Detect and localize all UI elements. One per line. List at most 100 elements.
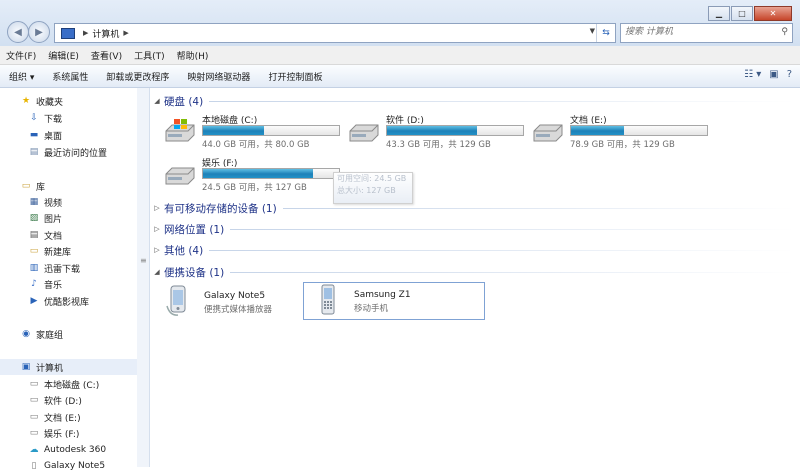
drive-f[interactable]: 娱乐 (F:) 24.5 GB 可用，共 127 GB	[164, 156, 344, 200]
tooltip-total-size: 总大小: 127 GB	[337, 186, 396, 195]
group-other[interactable]: ▷ 其他 (4)	[150, 243, 795, 257]
organize-button[interactable]: 组织 ▾	[0, 70, 43, 83]
preview-pane-icon[interactable]: ▣	[769, 69, 778, 80]
caption-buttons: ▁ □ ✕	[707, 6, 792, 21]
hard-drive-icon: ▭	[29, 395, 39, 405]
drive-usage-fill	[203, 169, 314, 178]
nav-item-pictures[interactable]: ▨ 图片	[28, 210, 62, 226]
menu-file[interactable]: 文件(F)	[0, 49, 42, 62]
group-divider	[282, 208, 795, 209]
explorer-window: ▁ □ ✕ ◀ ▶ ▶ 计算机 ▶ ▼ ⇆ ⚲ 文件(F) 编辑(E) 查看(V…	[0, 0, 800, 471]
youku-icon: ▶	[30, 296, 38, 306]
device-name: Samsung Z1	[354, 290, 411, 300]
drive-e[interactable]: 文档 (E:) 78.9 GB 可用，共 129 GB	[532, 113, 712, 157]
breadcrumb-computer[interactable]: 计算机	[92, 27, 119, 40]
nav-item-label: 文档 (E:)	[44, 413, 81, 424]
nav-computer-label: 计算机	[36, 363, 64, 374]
nav-item-recent-places[interactable]: ▤ 最近访问的位置	[28, 144, 107, 160]
drive-c[interactable]: 本地磁盘 (C:) 44.0 GB 可用，共 80.0 GB	[164, 113, 344, 157]
menu-tools[interactable]: 工具(T)	[128, 49, 171, 62]
group-title: 有可移动存储的设备 (1)	[164, 202, 277, 215]
maximize-button[interactable]: □	[731, 6, 753, 21]
drive-usage-fill	[203, 126, 265, 135]
view-options-icon[interactable]: ☷ ▾	[744, 69, 761, 80]
nav-favorites[interactable]: ★ 收藏夹	[20, 93, 63, 109]
back-arrow-icon: ◀	[14, 26, 22, 38]
nav-item-drive-c[interactable]: ▭ 本地磁盘 (C:)	[28, 376, 99, 392]
uninstall-program-button[interactable]: 卸载或更改程序	[97, 70, 178, 83]
close-button[interactable]: ✕	[754, 6, 792, 21]
map-network-drive-button[interactable]: 映射网络驱动器	[178, 70, 259, 83]
refresh-button[interactable]: ⇆	[596, 24, 615, 42]
device-samsung-z1[interactable]: Samsung Z1 移动手机	[303, 282, 485, 320]
group-portable-devices[interactable]: ◢ 便携设备 (1)	[150, 265, 795, 279]
back-button[interactable]: ◀	[7, 21, 29, 43]
computer-icon	[61, 27, 75, 39]
drive-usage-fill	[571, 126, 625, 135]
nav-computer[interactable]: ▣ 计算机	[0, 359, 137, 375]
music-icon: ♪	[31, 279, 37, 289]
group-title: 硬盘 (4)	[164, 95, 204, 108]
nav-item-drive-d[interactable]: ▭ 软件 (D:)	[28, 392, 82, 408]
address-dropdown-icon[interactable]: ▼	[590, 27, 595, 35]
drive-d[interactable]: 软件 (D:) 43.3 GB 可用，共 129 GB	[348, 113, 528, 157]
search-box[interactable]: ⚲	[620, 23, 793, 43]
group-title: 其他 (4)	[164, 244, 204, 257]
nav-item-galaxy-note5[interactable]: ▯ Galaxy Note5	[28, 458, 106, 474]
group-removable-storage[interactable]: ▷ 有可移动存储的设备 (1)	[150, 201, 795, 215]
nav-item-label: 最近访问的位置	[44, 148, 108, 159]
system-properties-button[interactable]: 系统属性	[43, 70, 97, 83]
drive-usage-bar	[386, 125, 524, 136]
collapsed-arrow-icon[interactable]: ▷	[150, 225, 164, 233]
search-icon[interactable]: ⚲	[781, 27, 788, 37]
nav-item-label: 迅雷下载	[44, 264, 81, 275]
nav-item-autodesk-360[interactable]: ☁ Autodesk 360	[28, 442, 107, 458]
tooltip-free-space: 可用空间: 24.5 GB	[337, 174, 407, 183]
menu-help[interactable]: 帮助(H)	[171, 49, 215, 62]
forward-button[interactable]: ▶	[28, 21, 50, 43]
nav-item-music[interactable]: ♪ 音乐	[28, 276, 62, 292]
nav-item-label: 新建库	[44, 247, 72, 258]
collapsed-arrow-icon[interactable]: ▷	[150, 204, 164, 212]
navigation-pane: ★ 收藏夹 ⇩ 下载 ▬ 桌面 ▤ 最近访问的位置 ▭ 库 ▦ 视频 ▨ 图片 …	[0, 88, 138, 471]
collapsed-arrow-icon[interactable]: ▷	[150, 246, 164, 254]
nav-item-documents[interactable]: ▤ 文档	[28, 227, 62, 243]
nav-item-thunder-downloads[interactable]: ▥ 迅雷下载	[28, 260, 80, 276]
homegroup-icon: ◉	[22, 329, 30, 339]
hard-drive-icon: ▭	[29, 412, 39, 422]
nav-item-label: 图片	[44, 214, 63, 225]
expanded-arrow-icon[interactable]: ◢	[150, 268, 164, 276]
group-network-locations[interactable]: ▷ 网络位置 (1)	[150, 222, 795, 236]
group-title: 便携设备 (1)	[164, 266, 225, 279]
nav-homegroup[interactable]: ◉ 家庭组	[20, 326, 63, 342]
thunder-download-icon: ▥	[29, 263, 39, 273]
menu-view[interactable]: 查看(V)	[85, 49, 128, 62]
search-input[interactable]	[621, 24, 765, 40]
computer-icon: ▣	[21, 362, 31, 372]
splitter-grip-icon[interactable]: ≡	[140, 256, 147, 265]
expanded-arrow-icon[interactable]: ◢	[150, 97, 164, 105]
drive-usage-fill	[387, 126, 477, 135]
nav-item-desktop[interactable]: ▬ 桌面	[28, 127, 62, 143]
nav-item-videos[interactable]: ▦ 视频	[28, 194, 62, 210]
nav-item-label: Autodesk 360	[44, 445, 107, 455]
nav-homegroup-label: 家庭组	[36, 330, 64, 341]
nav-pane-splitter[interactable]: ≡	[137, 88, 150, 467]
media-player-phone-icon	[166, 285, 186, 316]
nav-item-drive-f[interactable]: ▭ 娱乐 (F:)	[28, 425, 80, 441]
group-hard-disks[interactable]: ◢ 硬盘 (4)	[150, 94, 795, 108]
open-control-panel-button[interactable]: 打开控制面板	[259, 70, 331, 83]
minimize-button[interactable]: ▁	[708, 6, 730, 21]
nav-item-downloads[interactable]: ⇩ 下载	[28, 110, 62, 126]
chevron-right-icon[interactable]: ▶	[123, 29, 128, 37]
nav-item-drive-e[interactable]: ▭ 文档 (E:)	[28, 409, 81, 425]
nav-item-youku-library[interactable]: ▶ 优酷影视库	[28, 293, 89, 309]
nav-library[interactable]: ▭ 库	[20, 178, 45, 194]
menu-edit[interactable]: 编辑(E)	[42, 49, 85, 62]
help-icon[interactable]: ?	[787, 69, 792, 80]
address-bar[interactable]: ▶ 计算机 ▶ ▼ ⇆	[54, 23, 616, 43]
nav-item-label: 视频	[44, 198, 63, 209]
nav-item-new-library[interactable]: ▭ 新建库	[28, 243, 71, 259]
picture-library-icon: ▨	[29, 213, 39, 223]
group-divider	[230, 272, 795, 273]
